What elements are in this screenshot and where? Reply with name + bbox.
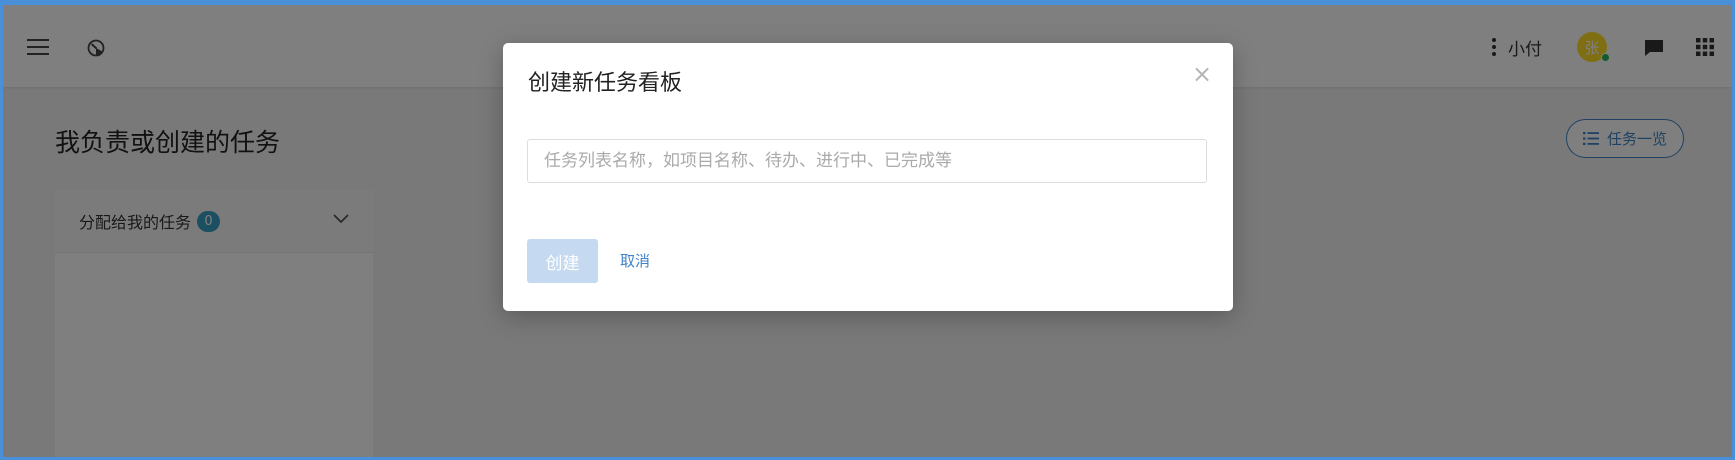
create-button[interactable]: 创建 <box>527 239 598 283</box>
close-icon[interactable]: × <box>1191 62 1213 86</box>
cancel-button[interactable]: 取消 <box>620 250 650 271</box>
board-name-input[interactable] <box>527 139 1207 183</box>
create-board-dialog: 创建新任务看板 × 创建 取消 <box>503 43 1233 311</box>
dialog-title: 创建新任务看板 <box>528 71 683 96</box>
app-window: 小付 张 我负责或创建的任务 <box>0 0 1735 460</box>
